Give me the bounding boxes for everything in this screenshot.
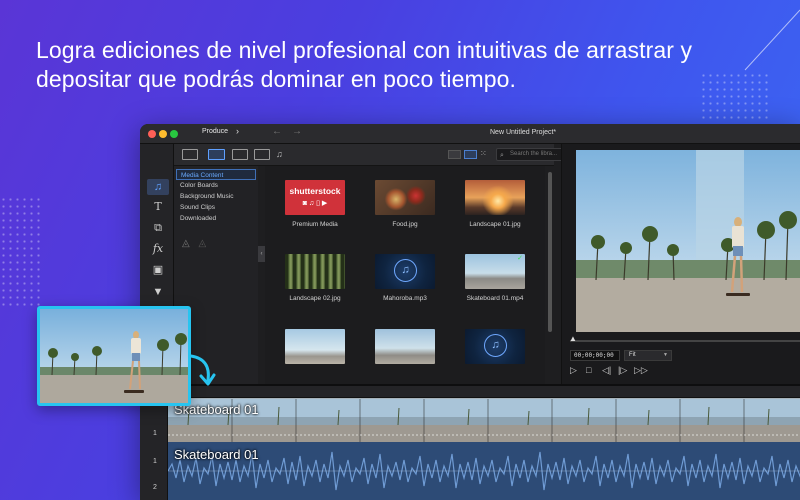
forward-arrow-icon[interactable]: → (292, 126, 302, 137)
mask-icon[interactable]: ▼ (147, 284, 169, 300)
media-item-premium[interactable]: shutterstock ◙ ♫ ▯ ▶ Premium Media (275, 180, 355, 244)
media-filter-all-icon[interactable] (208, 149, 225, 160)
preview-scene (576, 150, 800, 332)
transition-icon[interactable]: ⧉ (147, 220, 169, 236)
track-number: 1 (153, 430, 157, 437)
category-tools: ◬ ◬ (182, 238, 206, 249)
dragged-clip-scene (40, 309, 188, 403)
media-item-label: Skateboard 01.mp4 (466, 295, 524, 302)
search-icon: ⌕ (500, 152, 504, 159)
zoom-window-button[interactable] (170, 130, 178, 138)
media-library-icon[interactable]: ♫ (147, 179, 169, 195)
drag-arrow-icon (189, 354, 216, 386)
back-arrow-icon[interactable]: ← (272, 126, 282, 137)
zoom-value: Fit (629, 352, 636, 358)
category-media-content[interactable]: Media Content (176, 169, 256, 180)
media-item-label: Mahoroba.mp3 (383, 295, 427, 302)
audio-clip-label: Skateboard 01 (174, 447, 259, 462)
title-text-icon[interactable]: T (147, 199, 169, 215)
minimize-window-button[interactable] (159, 130, 167, 138)
list-view-icon[interactable] (448, 150, 461, 159)
media-item-row3-c[interactable]: ♫ (455, 329, 535, 384)
app-window: Produce › ← → New Untitled Project* ♫ T … (140, 124, 800, 500)
play-icon[interactable]: ▷ (570, 365, 577, 376)
chevron-down-icon: ▼ (663, 352, 668, 358)
chevron-right-icon: › (236, 126, 239, 136)
title-bar: Produce › ← → New Untitled Project* (140, 124, 800, 144)
premium-type-icons: ◙ ♫ ▯ ▶ (302, 200, 328, 207)
preview-panel: ▲ 00;00;00;00 Fit ▼ ▷ □ ◁| |▷ ▷▷ (561, 144, 800, 384)
next-frame-icon[interactable]: |▷ (618, 365, 627, 376)
media-grid: shutterstock ◙ ♫ ▯ ▶ Premium Media Food.… (265, 166, 545, 384)
category-downloaded[interactable]: Downloaded (176, 213, 256, 224)
media-item-row3-a[interactable] (275, 329, 355, 384)
preview-image (576, 150, 800, 332)
fast-forward-icon[interactable]: ▷▷ (634, 365, 648, 376)
media-item-skateboard[interactable]: ✓ Skateboard 01.mp4 (455, 254, 535, 318)
category-background-music[interactable]: Background Music (176, 191, 256, 202)
previous-frame-icon[interactable]: ◁| (602, 365, 611, 376)
remove-tag-icon[interactable]: ◬ (198, 238, 206, 249)
grid-view-icon[interactable] (464, 150, 477, 159)
close-window-button[interactable] (148, 130, 156, 138)
dragged-clip-thumbnail (37, 306, 191, 406)
video-clip[interactable]: Skateboard 01 (168, 398, 800, 442)
music-thumbnail: ♫ (375, 254, 435, 289)
forest-thumbnail (285, 254, 345, 289)
media-item-label: Premium Media (292, 221, 338, 228)
music-note-icon: ♫ (394, 259, 417, 282)
category-sound-clips[interactable]: Sound Clips (176, 202, 256, 213)
image-filter-icon[interactable] (254, 149, 270, 160)
video-filter-icon[interactable] (232, 149, 248, 160)
small-grid-view-icon[interactable]: ⁙ (480, 150, 493, 159)
media-item-landscape-02[interactable]: Landscape 02.jpg (275, 254, 355, 318)
window-title: New Untitled Project* (490, 129, 557, 136)
media-item-food[interactable]: Food.jpg (365, 180, 445, 244)
skate-thumbnail: ✓ (465, 254, 525, 289)
skate-thumbnail-2 (285, 329, 345, 364)
produce-button[interactable]: Produce (202, 128, 228, 135)
music-note-icon: ♫ (484, 334, 507, 357)
timeline: 1 1 2 Skateboard 01 Skateboard 01 (140, 384, 800, 500)
timecode-display[interactable]: 00;00;00;00 (570, 350, 620, 361)
media-item-row3-b[interactable] (365, 329, 445, 384)
audio-filter-icon[interactable]: ♫ (276, 149, 292, 160)
collapse-panel-handle[interactable]: ‹ (258, 246, 265, 262)
track-number: 2 (153, 484, 157, 491)
video-clip-frames (168, 399, 800, 442)
category-color-boards[interactable]: Color Boards (176, 180, 256, 191)
media-item-landscape-01[interactable]: Landscape 01.jpg (455, 180, 535, 244)
library-toolbar: ♫ ⁙ ⌕ Search the libra... (174, 144, 580, 166)
media-grid-scrollbar[interactable] (548, 172, 552, 332)
media-item-label: Landscape 01.jpg (469, 221, 521, 228)
music-thumbnail-2: ♫ (465, 329, 525, 364)
add-tag-icon[interactable]: ◬ (182, 238, 190, 249)
pip-icon[interactable]: ▣ (147, 262, 169, 278)
track-number: 1 (153, 458, 157, 465)
decorative-dots-left (0, 196, 40, 306)
media-item-label: Landscape 02.jpg (289, 295, 341, 302)
used-checkmark-icon: ✓ (517, 255, 523, 262)
food-thumbnail (375, 180, 435, 215)
sunset-thumbnail (465, 180, 525, 215)
scrubber-knob-icon[interactable]: ▲ (569, 334, 577, 343)
import-media-icon[interactable] (182, 149, 198, 160)
media-item-mahoroba[interactable]: ♫ Mahoroba.mp3 (365, 254, 445, 318)
shutterstock-logo: shutterstock (289, 186, 341, 196)
media-item-label: Food.jpg (392, 221, 418, 228)
headline: Logra ediciones de nivel profesional con… (36, 37, 693, 92)
timeline-ruler[interactable] (168, 386, 800, 398)
audio-clip[interactable]: Skateboard 01 (168, 442, 800, 500)
zoom-select[interactable]: Fit ▼ (624, 350, 672, 361)
stop-icon[interactable]: □ (586, 365, 591, 375)
shutterstock-thumbnail: shutterstock ◙ ♫ ▯ ▶ (285, 180, 345, 215)
search-placeholder: Search the libra... (510, 151, 558, 157)
audio-waveform (168, 442, 800, 500)
preview-scrubber-track[interactable] (570, 340, 800, 342)
fx-icon[interactable]: fx (147, 241, 169, 257)
skate-thumbnail-3 (375, 329, 435, 364)
